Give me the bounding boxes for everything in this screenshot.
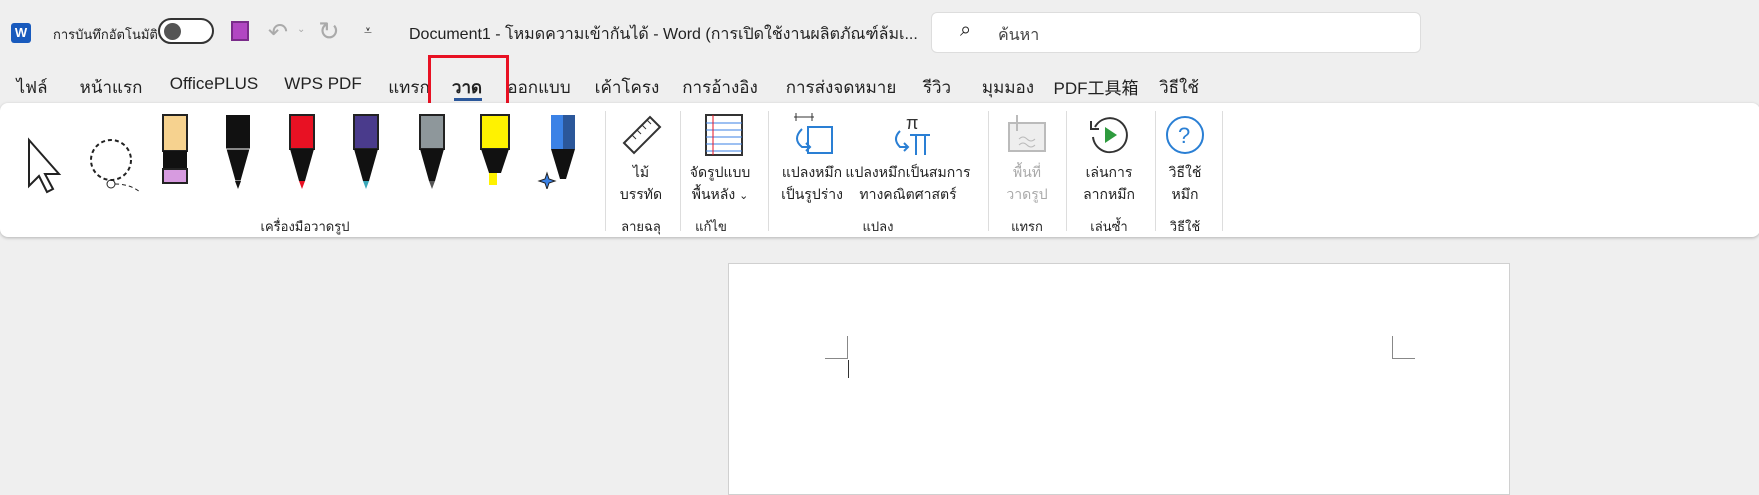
ink-to-math-label-2: ทางคณิตศาสตร์ xyxy=(859,186,957,202)
autosave-label: การบันทึกอัตโนมัติ xyxy=(53,27,158,42)
background-label-2: พื้นหลัง ⌄ xyxy=(691,186,749,202)
autosave-toggle[interactable] xyxy=(158,18,214,44)
ribbon: เครื่องมือวาดรูป ไม้บรรทัด ลายฉลุ จัดรูป… xyxy=(0,103,1759,237)
replay-label-2: ลากหมึก xyxy=(1083,186,1135,202)
search-icon: ⌕ xyxy=(960,19,972,41)
ink-to-shape-label-1: แปลงหมึก xyxy=(781,164,843,180)
pencil-icon[interactable] xyxy=(410,113,454,189)
ruler-label-1: ไม้ xyxy=(632,164,650,180)
lined-paper-icon xyxy=(705,114,743,156)
search-placeholder: ค้นหา xyxy=(998,27,1040,44)
canvas-label-2: วาดรูป xyxy=(1006,186,1048,202)
ink-to-math-label-1: แปลงหมึกเป็นสมการ xyxy=(845,164,971,180)
chevron-down-icon: ⌄ xyxy=(739,190,749,202)
tab-layout[interactable]: เค้าโครง xyxy=(595,74,660,101)
divider xyxy=(1222,111,1223,231)
tab-design[interactable]: ออกแบบ xyxy=(507,74,570,101)
group-label-convert: แปลง xyxy=(862,219,894,234)
ink-to-math-icon: π xyxy=(895,113,930,155)
group-label-edit: แก้ไข xyxy=(695,219,727,234)
highlighter-yellow-icon[interactable] xyxy=(473,113,517,189)
tab-mailings[interactable]: การส่งจดหมาย xyxy=(786,74,897,101)
redo-icon[interactable]: ↻ xyxy=(318,16,340,47)
replay-icon xyxy=(1090,117,1128,154)
tab-references[interactable]: การอ้างอิง xyxy=(682,74,758,101)
tab-wps-pdf[interactable]: WPS PDF xyxy=(284,74,361,94)
ink-to-shape-label-2: เป็นรูปร่าง xyxy=(781,186,843,202)
customize-qat-icon[interactable]: ⩡ xyxy=(364,22,372,39)
help-label-2: หมึก xyxy=(1171,186,1199,202)
word-logo-icon: W xyxy=(11,23,31,43)
group-label-stencils: ลายฉลุ xyxy=(621,219,661,234)
divider xyxy=(1066,111,1067,231)
divider xyxy=(605,111,606,231)
svg-text:π: π xyxy=(906,113,918,133)
ruler-label-2: บรรทัด xyxy=(619,186,663,202)
divider xyxy=(768,111,769,231)
tab-officeplus[interactable]: OfficePLUS xyxy=(170,74,259,94)
tab-help[interactable]: วิธีใช้ xyxy=(1159,74,1199,101)
help-icon: ? xyxy=(1166,116,1204,154)
group-label-drawing-tools: เครื่องมือวาดรูป xyxy=(260,219,350,234)
tab-review[interactable]: รีวิว xyxy=(923,74,951,101)
tab-home[interactable]: หน้าแรก xyxy=(80,74,143,101)
pen-galaxy-icon[interactable] xyxy=(344,113,388,189)
pen-black-icon[interactable] xyxy=(216,113,260,189)
background-label-1: จัดรูปแบบ xyxy=(689,164,751,180)
divider xyxy=(1155,111,1156,231)
drawing-canvas-icon xyxy=(1008,115,1046,152)
group-label-insert: แทรก xyxy=(1011,219,1043,234)
action-pen-icon[interactable] xyxy=(535,113,579,189)
document-page[interactable] xyxy=(728,263,1510,495)
replay-label-1: เล่นการ xyxy=(1085,164,1133,180)
ruler-icon xyxy=(622,115,662,155)
text-cursor xyxy=(848,360,849,378)
group-label-help: วิธีใช้ xyxy=(1169,219,1201,234)
undo-dropdown-icon[interactable]: ⌄ xyxy=(297,24,305,35)
pen-red-icon[interactable] xyxy=(280,113,324,189)
margin-corner-left xyxy=(825,336,848,359)
pen-eraser-icon[interactable] xyxy=(153,113,197,189)
help-label-1: วิธีใช้ xyxy=(1168,164,1202,180)
tab-file[interactable]: ไฟล์ xyxy=(16,74,47,101)
divider xyxy=(988,111,989,231)
select-arrow-icon[interactable] xyxy=(23,128,67,204)
save-icon[interactable] xyxy=(231,21,249,41)
search-box[interactable]: ⌕ ค้นหา xyxy=(931,12,1421,53)
undo-icon[interactable]: ↶ xyxy=(268,18,288,47)
tab-pdf-toolbox[interactable]: PDF工具箱 xyxy=(1054,74,1139,99)
ink-to-shape-icon xyxy=(794,113,833,154)
lasso-select-icon[interactable] xyxy=(85,128,145,204)
margin-corner-right xyxy=(1392,336,1415,359)
tab-insert[interactable]: แทรก xyxy=(388,74,430,101)
group-label-replay: เล่นซ้ำ xyxy=(1090,219,1128,234)
svg-text:?: ? xyxy=(1178,123,1190,148)
canvas-label-1: พื้นที่ xyxy=(1012,164,1042,180)
divider xyxy=(680,111,681,231)
document-title: Document1 - โหมดความเข้ากันได้ - Word (ก… xyxy=(409,26,918,43)
tab-view[interactable]: มุมมอง xyxy=(982,74,1034,101)
